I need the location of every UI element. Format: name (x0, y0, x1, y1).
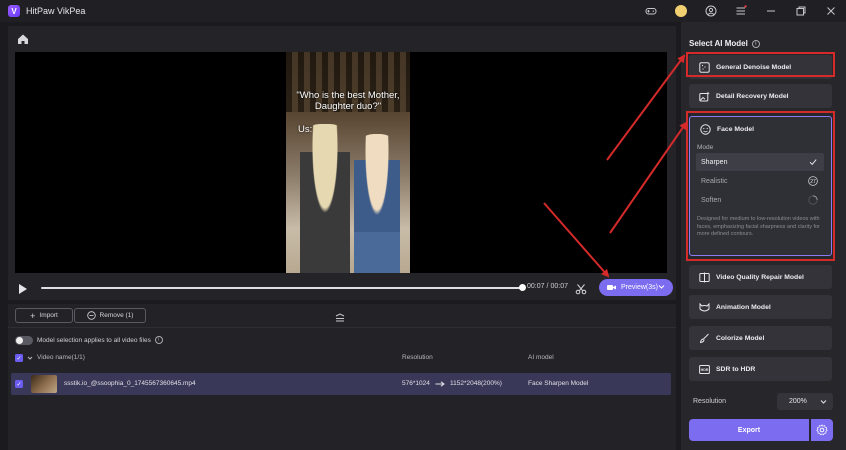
video-player[interactable]: "Who is the best Mother, Daughter duo?" … (15, 52, 667, 273)
caption-line-2: Daughter duo?" (314, 101, 382, 112)
current-time: 00:07 (527, 283, 545, 290)
video-person-left (300, 124, 350, 273)
model-animation[interactable]: Animation Model (689, 295, 832, 319)
caption-line-1: "Who is the best Mother, (296, 90, 400, 101)
select-model-label: Select AI Model (689, 39, 748, 48)
time-separator: / (546, 283, 549, 290)
resolution-select[interactable]: 200% (777, 393, 833, 410)
apply-all-toggle[interactable] (15, 335, 33, 345)
title-bar: V HitPaw VikPea (0, 0, 846, 22)
model-label: Animation Model (716, 303, 771, 311)
select-all-checkbox[interactable]: ✓ (15, 354, 23, 362)
scissors-icon[interactable] (575, 282, 587, 295)
info-icon[interactable]: i (154, 336, 163, 344)
video-person-right (354, 134, 400, 273)
model-label: Colorize Model (716, 334, 765, 342)
export-button[interactable]: Export (689, 419, 809, 441)
resolution-label: Resolution (693, 398, 727, 405)
restore-icon[interactable] (793, 3, 809, 19)
video-frame: "Who is the best Mother, Daughter duo?" … (286, 52, 410, 273)
app-title: HitPaw VikPea (26, 6, 86, 16)
model-detail-recovery[interactable]: Detail Recovery Model (689, 84, 832, 108)
model-colorize[interactable]: Colorize Model (689, 326, 832, 350)
game-controller-icon[interactable] (643, 3, 659, 19)
menu-icon[interactable] (733, 3, 749, 19)
import-label: Import (39, 312, 58, 319)
player-controls: 00:07/00:07 Preview(3s) (15, 278, 673, 298)
caption-us: Us: (298, 124, 313, 135)
video-thumbnail (31, 375, 57, 393)
seek-handle[interactable] (519, 284, 526, 291)
avatar-icon (675, 5, 687, 17)
total-time: 00:07 (550, 283, 569, 290)
hdr-icon: HDR (699, 364, 710, 374)
close-icon[interactable] (823, 3, 839, 19)
chevron-down-icon[interactable] (27, 355, 33, 361)
minus-circle-icon (86, 311, 96, 320)
annotation-box (686, 111, 835, 261)
video-caption: "Who is the best Mother, Daughter duo?" (286, 90, 410, 112)
remove-button[interactable]: Remove (1) (74, 308, 146, 323)
home-icon[interactable] (16, 32, 30, 46)
column-ai-model: AI model (528, 354, 554, 361)
file-toolbar: + Import Remove (1) (8, 304, 676, 328)
chevron-down-icon[interactable] (658, 283, 665, 290)
paint-brush-icon (699, 333, 709, 343)
column-resolution: Resolution (402, 354, 433, 361)
import-button[interactable]: + Import (15, 308, 73, 323)
avatar[interactable] (673, 3, 689, 19)
model-panel: Select AI Model i General Denoise Model … (681, 22, 846, 450)
gear-icon (816, 424, 828, 436)
file-list-panel: + Import Remove (1) Model selection appl… (8, 304, 676, 450)
collapse-panel-icon[interactable] (334, 310, 346, 322)
model-label: SDR to HDR (716, 365, 756, 373)
row-resolution-from: 576*1024 (402, 380, 430, 387)
apply-all-label: Model selection applies to all video fil… (37, 336, 151, 344)
minimize-icon[interactable] (763, 3, 779, 19)
row-resolution-to: 1152*2048(200%) (450, 380, 502, 387)
svg-text:HDR: HDR (701, 368, 709, 372)
model-video-quality-repair[interactable]: Video Quality Repair Model (689, 265, 832, 289)
chevron-down-icon (820, 400, 827, 404)
camera-icon (607, 285, 616, 290)
row-file-name: ssstik.io_@ssoophia_0_1745567360645.mp4 (64, 380, 196, 387)
file-table-header: ✓ Video name(1/1) Resolution AI model (11, 352, 671, 364)
column-video-name: Video name(1/1) (37, 354, 85, 361)
info-icon[interactable]: i (751, 39, 760, 48)
title-bar-controls (636, 0, 846, 22)
user-icon[interactable] (703, 3, 719, 19)
row-ai-model: Face Sharpen Model (528, 380, 589, 387)
play-icon[interactable] (18, 282, 28, 294)
apply-all-row: Model selection applies to all video fil… (15, 334, 163, 346)
model-sdr-to-hdr[interactable]: HDR SDR to HDR (689, 357, 832, 381)
table-row[interactable]: ✓ ssstik.io_@ssoophia_0_1745567360645.mp… (11, 373, 671, 395)
cat-face-icon (699, 302, 710, 311)
app-logo-icon: V (8, 5, 20, 17)
remove-label: Remove (1) (99, 312, 134, 319)
app-window: V HitPaw VikPea "Who is the best Mother,… (0, 0, 846, 450)
export-settings-button[interactable] (811, 419, 833, 441)
seek-bar[interactable] (41, 284, 526, 291)
arrow-right-icon (435, 381, 445, 387)
plus-icon: + (30, 310, 36, 321)
resolution-value: 200% (789, 398, 807, 405)
compare-icon (699, 272, 710, 282)
preview-button[interactable]: Preview(3s) (599, 279, 673, 296)
image-sparkle-icon (699, 91, 710, 101)
preview-label: Preview(3s) (621, 284, 658, 291)
annotation-box (686, 52, 835, 77)
preview-panel: "Who is the best Mother, Daughter duo?" … (8, 26, 676, 300)
select-model-title: Select AI Model i (689, 39, 760, 48)
model-label: Detail Recovery Model (716, 92, 789, 100)
model-label: Video Quality Repair Model (716, 273, 804, 281)
time-readout: 00:07/00:07 (527, 283, 568, 290)
row-checkbox[interactable]: ✓ (15, 380, 23, 388)
